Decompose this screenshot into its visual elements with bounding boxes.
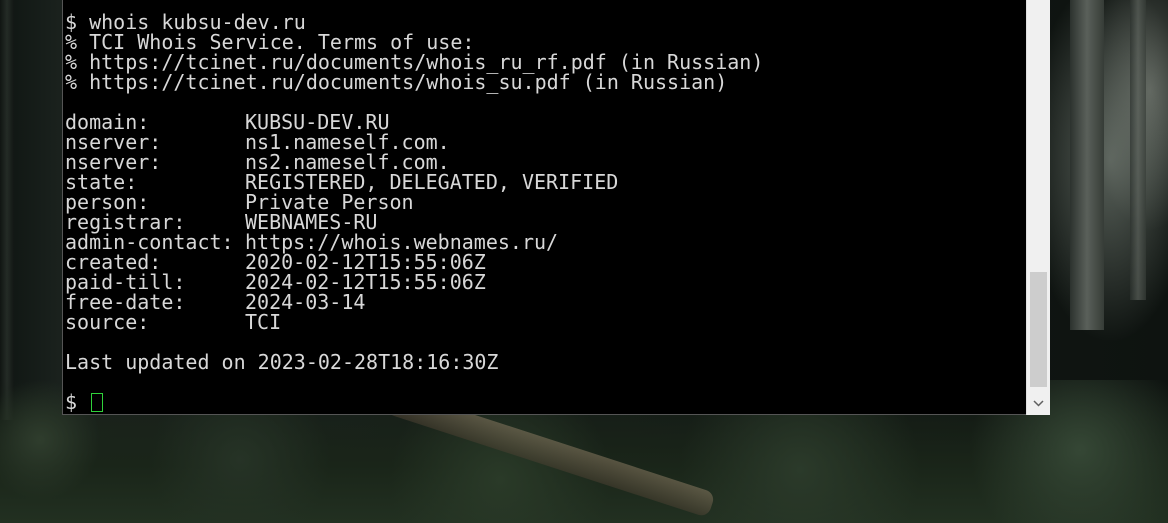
record-key: free-date:: [65, 290, 186, 314]
record-key: admin-contact:: [65, 230, 234, 254]
whois-record: nserver: ns1.nameself.com.: [65, 132, 763, 152]
whois-record: created: 2020-02-12T15:55:06Z: [65, 252, 763, 272]
record-key: nserver:: [65, 130, 162, 154]
record-key: state:: [65, 170, 138, 194]
vertical-scrollbar[interactable]: [1026, 0, 1050, 415]
tree-trunk: [1130, 0, 1146, 300]
last-updated-line: Last updated on 2023-02-28T18:16:30Z: [65, 350, 499, 374]
terminal-output: $ whois kubsu-dev.ru % TCI Whois Service…: [65, 12, 763, 412]
tree-trunk: [0, 0, 14, 420]
whois-record: registrar: WEBNAMES-RU: [65, 212, 763, 232]
record-key: created:: [65, 250, 162, 274]
whois-record: state: REGISTERED, DELEGATED, VERIFIED: [65, 172, 763, 192]
prompt-line[interactable]: $: [65, 392, 763, 412]
whois-record: paid-till: 2024-02-12T15:55:06Z: [65, 272, 763, 292]
record-value: TCI: [245, 310, 282, 334]
record-key: paid-till:: [65, 270, 186, 294]
scrollbar-thumb[interactable]: [1030, 272, 1047, 387]
record-key: nserver:: [65, 150, 162, 174]
whois-record: person: Private Person: [65, 192, 763, 212]
prompt-symbol: $: [65, 390, 78, 414]
whois-record: domain: KUBSU-DEV.RU: [65, 112, 763, 132]
whois-record: nserver: ns2.nameself.com.: [65, 152, 763, 172]
record-key: registrar:: [65, 210, 186, 234]
whois-record: source: TCI: [65, 312, 763, 332]
record-key: domain:: [65, 110, 150, 134]
header-line: % https://tcinet.ru/documents/whois_ru_r…: [65, 50, 764, 74]
command-line: $ whois kubsu-dev.ru: [65, 10, 306, 34]
scroll-down-button[interactable]: [1027, 391, 1050, 415]
chevron-down-icon: [1033, 399, 1044, 407]
record-key: source:: [65, 310, 150, 334]
terminal-window[interactable]: $ whois kubsu-dev.ru % TCI Whois Service…: [62, 0, 1026, 415]
whois-record: free-date: 2024-03-14: [65, 292, 763, 312]
whois-record: admin-contact: https://whois.webnames.ru/: [65, 232, 763, 252]
record-key: person:: [65, 190, 150, 214]
cursor-block: [91, 393, 104, 412]
tree-trunk: [1070, 0, 1104, 330]
header-line: % https://tcinet.ru/documents/whois_su.p…: [65, 70, 728, 94]
header-line: % TCI Whois Service. Terms of use:: [65, 30, 475, 54]
